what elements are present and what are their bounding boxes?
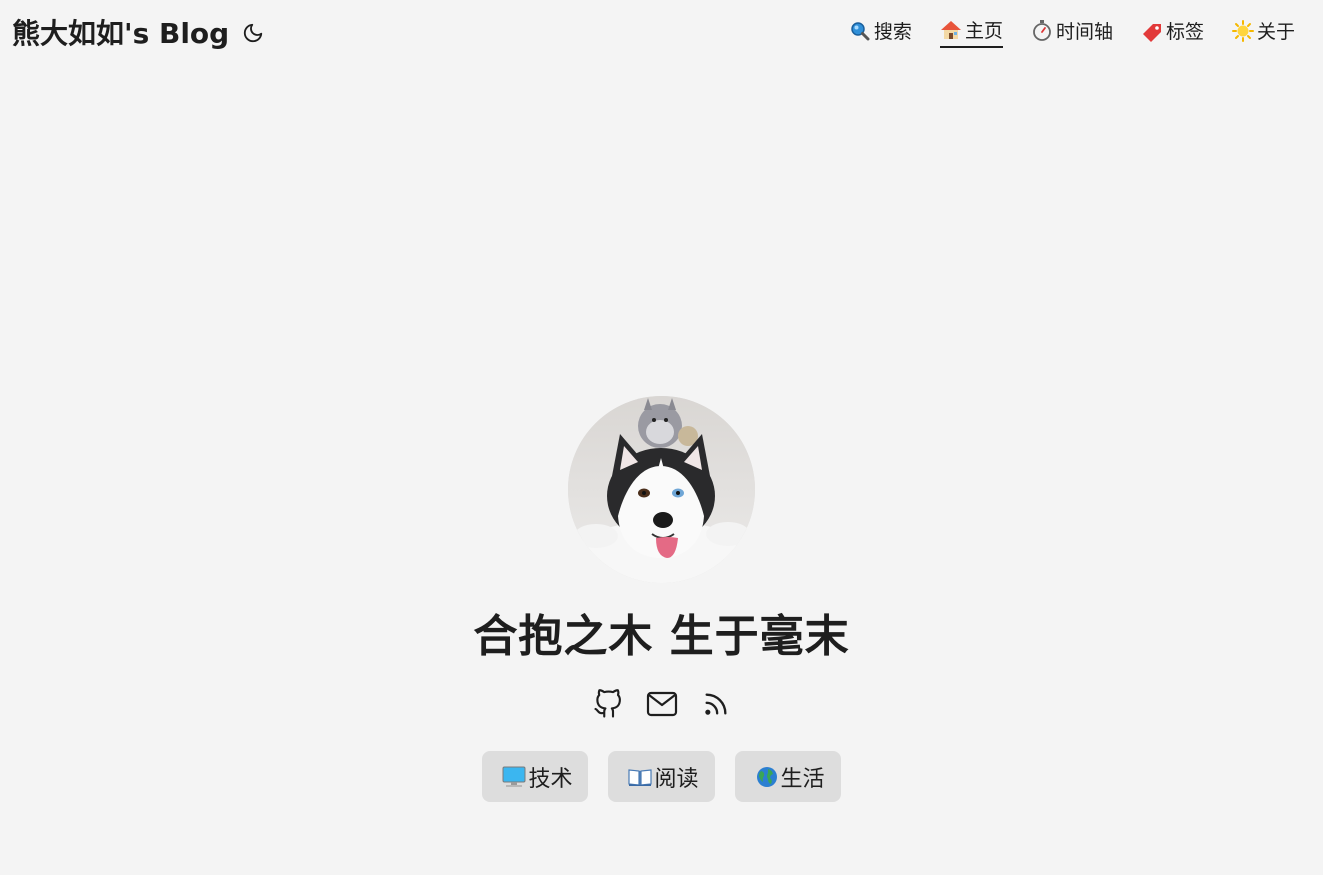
github-icon[interactable]	[591, 687, 625, 721]
avatar	[568, 396, 755, 583]
nav-item-search[interactable]: 搜索	[849, 16, 912, 48]
category-life-button[interactable]: 生活	[734, 751, 841, 802]
category-label: 技术	[528, 766, 573, 792]
nav-item-label: 关于	[1256, 21, 1295, 43]
book-icon	[628, 765, 653, 789]
house-icon	[940, 19, 962, 41]
category-tech-button[interactable]: 技术	[482, 751, 589, 802]
category-buttons: 技术 阅读 生活	[482, 751, 841, 802]
globe-icon	[755, 765, 779, 789]
nav-item-tags[interactable]: 标签	[1141, 16, 1204, 48]
category-label: 生活	[780, 766, 825, 792]
moon-icon[interactable]	[241, 21, 265, 45]
main-nav: 搜索 主页 时间轴 标签 关于	[849, 16, 1295, 48]
computer-icon	[502, 765, 526, 789]
stopwatch-icon	[1031, 19, 1053, 42]
category-reading-button[interactable]: 阅读	[608, 751, 715, 802]
nav-item-label: 搜索	[873, 21, 912, 43]
nav-item-label: 标签	[1165, 21, 1204, 43]
sun-icon	[1231, 19, 1254, 42]
category-label: 阅读	[654, 766, 699, 792]
site-title[interactable]: 熊大如如's Blog	[12, 12, 229, 52]
rss-icon[interactable]	[699, 687, 733, 721]
site-header: 熊大如如's Blog 搜索 主页 时间轴 标签 关于	[0, 0, 1323, 66]
nav-item-label: 主页	[964, 20, 1003, 42]
magnifier-icon	[849, 20, 871, 42]
tag-icon	[1141, 20, 1163, 42]
profile-section: 合抱之木 生于毫末 技术 阅读 生活	[0, 396, 1323, 802]
brand: 熊大如如's Blog	[12, 12, 265, 52]
social-links	[591, 687, 733, 721]
nav-item-about[interactable]: 关于	[1231, 16, 1295, 48]
nav-item-home[interactable]: 主页	[939, 16, 1003, 48]
site-slogan: 合抱之木 生于毫末	[473, 611, 850, 662]
mail-icon[interactable]	[645, 687, 679, 721]
nav-item-label: 时间轴	[1055, 21, 1113, 43]
nav-item-timeline[interactable]: 时间轴	[1031, 16, 1113, 48]
